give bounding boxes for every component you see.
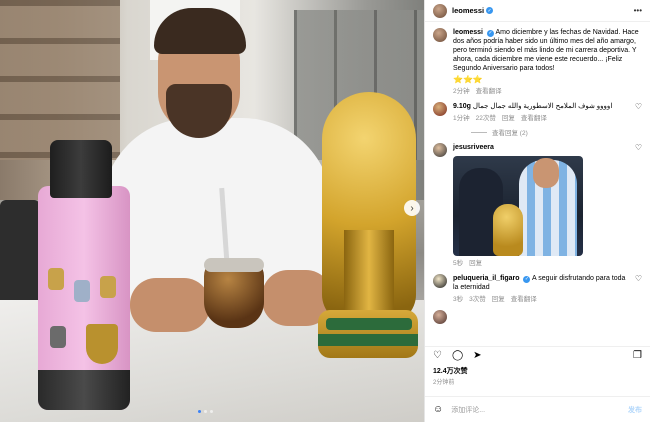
comment-time[interactable]: 5秒 [453, 259, 463, 268]
caption: leomessi ✓ Amo diciembre y las fechas de… [433, 28, 642, 96]
image-person-head [533, 158, 559, 188]
comment-image[interactable] [453, 156, 583, 256]
heart-icon[interactable]: ♡ [635, 143, 642, 268]
post-comment-button[interactable]: 发布 [628, 405, 642, 415]
comment-likes[interactable]: 22次赞 [476, 114, 496, 123]
comment-avatar[interactable] [433, 102, 447, 116]
thermos-cap [50, 140, 112, 198]
author-username[interactable]: leomessi [452, 6, 484, 15]
post-time[interactable]: 2分钟前 [433, 377, 454, 386]
comment-translate-link[interactable]: 查看翻译 [511, 295, 537, 304]
comment-input[interactable]: 添加评论... [451, 405, 620, 415]
action-bar: ♡ ◯ ➤ ❐ [425, 346, 650, 364]
comment-reply-link[interactable]: 回复 [469, 259, 482, 268]
comment-translate-link[interactable]: 查看翻译 [521, 114, 547, 123]
comment-username[interactable]: peluqueria_il_figaro [453, 275, 520, 282]
heart-icon[interactable]: ♡ [433, 350, 442, 361]
background-shelf [0, 0, 120, 160]
comment-item: peluqueria_il_figaro ✓ A seguir disfruta… [433, 274, 642, 304]
comment-reply-link[interactable]: 回复 [502, 114, 515, 123]
view-replies-link[interactable]: 查看回复 (2) [471, 127, 642, 137]
thermos-crest [86, 324, 118, 364]
comment-text: اوووو شوف الملامح الاسطورية والله جمال ج… [472, 103, 613, 110]
mate-rim [204, 258, 264, 272]
comments-list[interactable]: leomessi ✓ Amo diciembre y las fechas de… [425, 24, 650, 344]
comment-avatar[interactable] [433, 310, 447, 324]
caption-avatar[interactable] [433, 28, 447, 42]
comment-time[interactable]: 3秒 [453, 295, 463, 304]
instagram-post-modal: › leomessi ✓ ••• leomessi ✓ Amo diciembr… [0, 0, 650, 422]
carousel-dot-active [198, 410, 201, 413]
more-horizontal-icon[interactable]: ••• [634, 6, 642, 15]
thermos-badge [100, 276, 116, 298]
person-arm-left [130, 278, 210, 332]
heart-icon[interactable]: ♡ [635, 274, 642, 304]
comment-composer: ☺ 添加评论... 发布 [425, 396, 650, 422]
trophy-neck [344, 230, 394, 310]
thermos-badge [48, 268, 64, 290]
heart-icon[interactable]: ♡ [635, 102, 642, 123]
post-photo[interactable]: › [0, 0, 424, 422]
carousel-dot [204, 410, 207, 413]
caption-username[interactable]: leomessi [453, 29, 483, 36]
carousel-dot [210, 410, 213, 413]
verified-badge-icon: ✓ [486, 30, 494, 37]
comment-reply-link[interactable]: 回复 [492, 295, 505, 304]
trophy-malachite-band [318, 334, 418, 346]
comment-icon[interactable]: ◯ [452, 350, 463, 361]
post-side-panel: leomessi ✓ ••• leomessi ✓ Amo diciembre … [424, 0, 650, 422]
caption-translate-link[interactable]: 查看翻译 [476, 87, 502, 96]
comment-time[interactable]: 1分钟 [453, 114, 470, 123]
emoji-icon[interactable]: ☺ [433, 404, 443, 415]
comment-likes[interactable]: 3次赞 [469, 295, 486, 304]
likes-count[interactable]: 12.4万次赞 [433, 366, 468, 376]
comment-username[interactable]: 9.10g [453, 103, 471, 110]
comment-item: jesusriveera 5秒 回复 ♡ [433, 143, 642, 268]
trophy-malachite-band [326, 318, 412, 330]
thermos-badge [50, 326, 66, 348]
author-avatar[interactable] [433, 3, 447, 18]
image-trophy [493, 204, 523, 256]
caption-time[interactable]: 2分钟 [453, 87, 470, 96]
verified-badge-icon: ✓ [486, 7, 494, 14]
comment-avatar[interactable] [433, 143, 447, 157]
share-icon[interactable]: ➤ [473, 350, 481, 361]
next-photo-icon[interactable]: › [404, 200, 420, 216]
comment-item [433, 310, 642, 324]
comment-item: 9.10g اوووو شوف الملامح الاسطورية والله … [433, 102, 642, 123]
verified-badge-icon: ✓ [523, 276, 531, 283]
comment-avatar[interactable] [433, 274, 447, 288]
caption-stars: ⭐⭐⭐ [453, 75, 483, 84]
comment-username[interactable]: jesusriveera [453, 144, 494, 151]
post-header: leomessi ✓ ••• [425, 0, 650, 22]
thermos-base [38, 370, 130, 410]
carousel-dots [198, 410, 213, 413]
bookmark-icon[interactable]: ❐ [633, 350, 642, 361]
thermos-badge [74, 280, 90, 302]
